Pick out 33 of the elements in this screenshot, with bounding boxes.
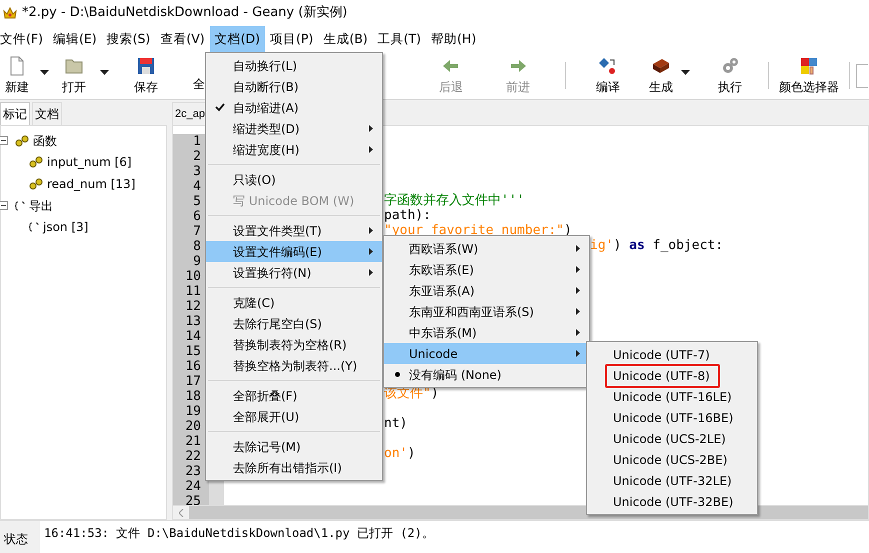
window-title: *2.py - D:\BaiduNetdiskDownload - Geany (新实例) xyxy=(22,4,348,22)
line-number: 2 xyxy=(193,149,201,164)
line-number: 14 xyxy=(185,329,201,344)
line-number: 7 xyxy=(193,224,201,239)
line-number: 1 xyxy=(193,134,201,149)
code-line: nt) xyxy=(384,416,408,431)
line-number: 8 xyxy=(193,239,201,254)
line-number: 9 xyxy=(193,254,201,269)
line-number: 25 xyxy=(185,494,201,505)
line-number: 18 xyxy=(185,389,201,404)
line-number: 11 xyxy=(185,284,201,299)
code-line: path): xyxy=(384,208,431,224)
status-message: 16:41:53: 文件 D:\BaiduNetdiskDownload\1.py 已打开 (2)。 xyxy=(44,525,434,542)
line-number: 21 xyxy=(185,434,201,449)
line-number: 16 xyxy=(185,359,201,374)
line-number: 10 xyxy=(185,269,201,284)
line-number: 22 xyxy=(185,449,201,464)
code-line: "your favorite number:") xyxy=(384,223,572,238)
line-number: 24 xyxy=(185,479,201,494)
line-number: 17 xyxy=(185,374,201,389)
code-line: on') xyxy=(384,446,416,461)
line-number: 15 xyxy=(185,344,201,359)
line-number: 5 xyxy=(193,194,201,209)
line-number: 12 xyxy=(185,299,201,314)
line-number: 23 xyxy=(185,464,201,479)
line-number: 19 xyxy=(185,404,201,419)
line-number: 6 xyxy=(193,209,201,224)
line-number: 20 xyxy=(185,419,201,434)
code-line: ig') as f_object: xyxy=(590,238,724,254)
line-number: 3 xyxy=(193,164,201,179)
code-line: 字函数并存入文件中''' xyxy=(384,193,524,208)
line-number: 13 xyxy=(185,314,201,329)
line-number: 4 xyxy=(193,179,201,194)
